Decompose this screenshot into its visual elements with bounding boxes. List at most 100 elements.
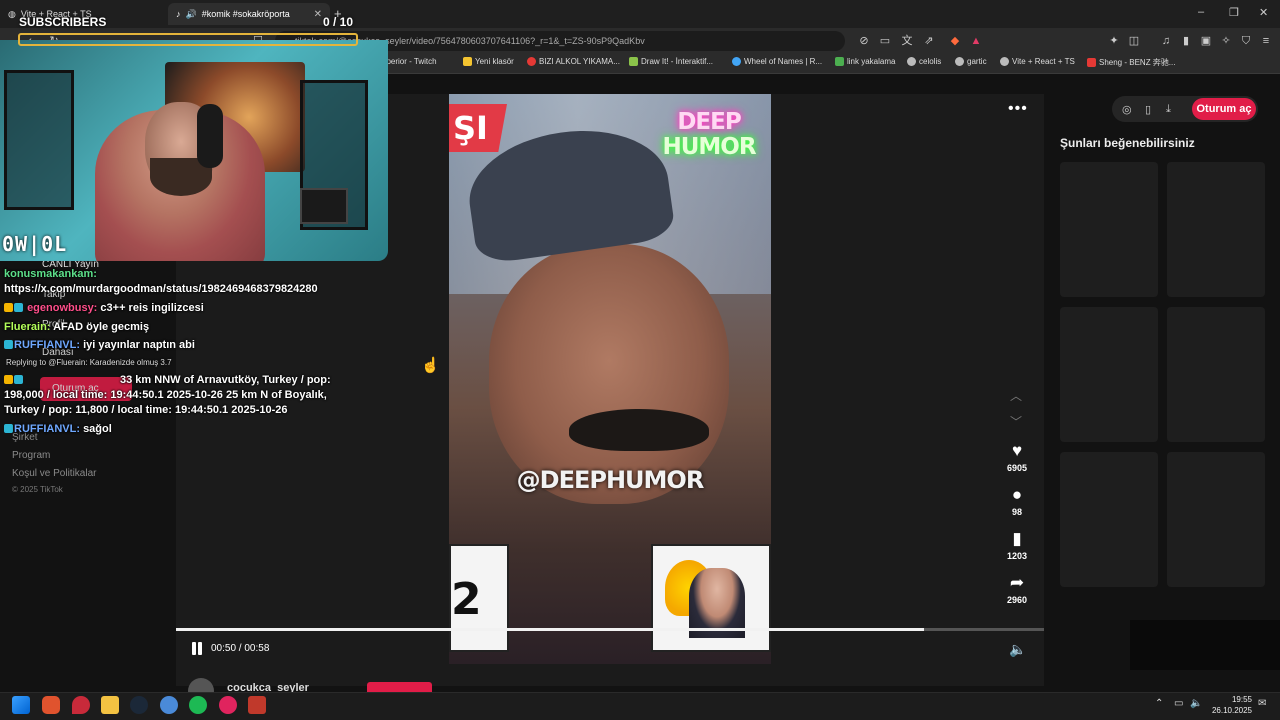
voicemeeter-taskbar-icon[interactable] xyxy=(248,696,266,714)
comment-action[interactable]: ● 98 xyxy=(998,485,1036,517)
tiktok-icon: ♪ xyxy=(176,9,181,19)
globe-icon xyxy=(955,57,964,66)
badge-icon xyxy=(4,303,13,312)
compass-icon[interactable]: ◎ xyxy=(1122,103,1132,116)
share-action[interactable]: ➦ 2960 xyxy=(998,573,1036,605)
bookmark-item[interactable]: Sheng - BENZ 奔驰... xyxy=(1087,57,1175,68)
bookmark-item[interactable]: gartic xyxy=(955,57,987,66)
suggestion-thumbnail[interactable] xyxy=(1167,307,1265,442)
footer-link-program[interactable]: Program xyxy=(12,450,50,461)
screenshot-icon[interactable]: ◫ xyxy=(1126,33,1142,49)
comment-count: 98 xyxy=(1011,507,1022,517)
chat-line: konusmakankam: xyxy=(4,268,97,280)
brave-shield-icon[interactable]: ◆ xyxy=(947,33,963,49)
chat-line: RUFFIANVL: sağol xyxy=(4,423,112,435)
suggestion-thumbnail[interactable] xyxy=(1060,307,1158,442)
brave-taskbar-icon[interactable] xyxy=(42,696,60,714)
badge-icon xyxy=(14,375,23,384)
suggestion-thumbnail[interactable] xyxy=(1167,162,1265,297)
steam-taskbar-icon[interactable] xyxy=(130,696,148,714)
download-icon[interactable]: ⤓ xyxy=(1166,103,1171,116)
next-video-icon[interactable]: ﹀ xyxy=(1010,413,1022,430)
chat-line: 198,000 / local time: 19:44:50.1 2025-10… xyxy=(4,389,327,401)
bookmark-item[interactable]: Draw It! - İnteraktif... xyxy=(629,57,713,66)
translate-icon[interactable]: 文 xyxy=(899,33,915,49)
start-icon[interactable] xyxy=(12,696,30,714)
notifications-icon[interactable]: ✉ xyxy=(1258,698,1266,709)
extensions-icon[interactable]: ✦ xyxy=(1106,33,1122,49)
phone-icon[interactable]: ▯ xyxy=(1145,103,1151,116)
chat-line: 33 km NNW of Arnavutköy, Turkey / pop: xyxy=(4,374,331,386)
vpn-icon[interactable]: ⛉ xyxy=(1238,33,1254,49)
video-red-banner: ŞI xyxy=(449,104,507,152)
subscribers-goal-bar xyxy=(18,33,358,46)
wallet-icon[interactable]: ▣ xyxy=(1198,33,1214,49)
app-taskbar-icon[interactable] xyxy=(160,696,178,714)
notification-box xyxy=(1130,620,1280,670)
spotify-taskbar-icon[interactable] xyxy=(189,696,207,714)
share-count: 2960 xyxy=(1006,595,1028,605)
site-icon xyxy=(732,57,741,66)
share-page-icon[interactable]: ⇗ xyxy=(921,33,937,49)
clock[interactable]: 19:55 26.10.2025 xyxy=(1210,694,1252,716)
headset-icon xyxy=(197,104,223,168)
suggestion-thumbnail[interactable] xyxy=(1060,452,1158,587)
site-icon xyxy=(629,57,638,66)
video-time: 00:50 / 00:58 xyxy=(211,643,270,654)
footer-link-terms[interactable]: Koşul ve Politikalar xyxy=(12,468,96,479)
copyright: © 2025 TikTok xyxy=(12,485,63,494)
cam-monitor xyxy=(300,188,348,224)
close-tab-icon[interactable]: ✕ xyxy=(314,9,322,20)
video-frame[interactable]: ŞI DEEP HUMOR @DEEPHUMOR 2 xyxy=(449,94,771,664)
bookmark-item[interactable]: Vite + React + TS xyxy=(1000,57,1075,66)
folder-taskbar-icon[interactable] xyxy=(101,696,119,714)
site-icon xyxy=(1087,58,1096,67)
webcam-overlay xyxy=(0,40,388,261)
bookmark-item[interactable]: Wheel of Names | R... xyxy=(732,57,822,66)
site-icon xyxy=(527,57,536,66)
speaker-tray-icon[interactable]: 🔈 xyxy=(1190,698,1202,709)
bookmark-item[interactable]: celolis xyxy=(907,57,941,66)
suggestion-thumbnail[interactable] xyxy=(1060,162,1158,297)
cast-icon[interactable]: ▭ xyxy=(877,33,893,49)
video-progress-bar[interactable] xyxy=(176,628,1044,631)
like-count: 6905 xyxy=(1006,463,1028,473)
site-icon xyxy=(835,57,844,66)
globe-icon xyxy=(1000,57,1009,66)
app-taskbar-icon[interactable] xyxy=(219,696,237,714)
chat-line: Fluerain: AFAD öyle gecmiş xyxy=(4,321,150,333)
window-close-icon[interactable]: ✕ xyxy=(1259,6,1268,19)
minimize-icon[interactable]: – xyxy=(1198,6,1204,18)
leo-icon[interactable]: ✧ xyxy=(1218,33,1234,49)
chat-line: egenowbusy: c3++ reis ingilizcesi xyxy=(4,302,204,314)
tray-chevron-icon[interactable]: ⌃ xyxy=(1155,698,1163,709)
like-action[interactable]: ♥ 6905 xyxy=(998,441,1036,473)
maximize-icon[interactable]: ❐ xyxy=(1229,6,1239,19)
ballot-card-left: 2 xyxy=(449,544,509,652)
tab-tiktok[interactable]: ♪ 🔊 #komik #sokakröporta ✕ xyxy=(168,3,330,25)
bookmark-item[interactable]: link yakalama xyxy=(835,57,895,66)
no-eye-icon[interactable]: ⊘ xyxy=(856,33,872,49)
folder-icon xyxy=(463,57,472,66)
comment-icon: ● xyxy=(1011,485,1023,504)
menu-icon[interactable]: ≡ xyxy=(1258,33,1274,49)
pause-icon[interactable] xyxy=(191,642,203,656)
network-icon[interactable]: ▭ xyxy=(1174,698,1183,709)
music-icon[interactable]: ♫ xyxy=(1158,33,1174,49)
suggestion-thumbnail[interactable] xyxy=(1167,452,1265,587)
maps-taskbar-icon[interactable] xyxy=(72,696,90,714)
globe-icon: ◍ xyxy=(8,8,16,19)
bookmark-item[interactable]: BIZI ALKOL YIKAMA... xyxy=(527,57,620,66)
bookmark-item[interactable]: Yeni klasör xyxy=(463,57,514,66)
previous-video-icon[interactable]: ︿ xyxy=(1010,387,1022,404)
badge-icon xyxy=(4,340,13,349)
rewards-icon[interactable]: ▲ xyxy=(968,33,984,49)
bookmark-action[interactable]: ▮ 1203 xyxy=(998,529,1036,561)
video-subject-face xyxy=(489,244,729,504)
subscribers-label: SUBSCRIBERS xyxy=(19,15,107,29)
more-options-icon[interactable]: ••• xyxy=(1008,100,1028,118)
sidebar-icon[interactable]: ▮ xyxy=(1178,33,1194,49)
volume-icon[interactable]: 🔈 xyxy=(1009,641,1026,658)
video-watermark: @DEEPHUMOR xyxy=(516,466,705,494)
login-button[interactable]: Oturum aç xyxy=(1192,98,1256,120)
